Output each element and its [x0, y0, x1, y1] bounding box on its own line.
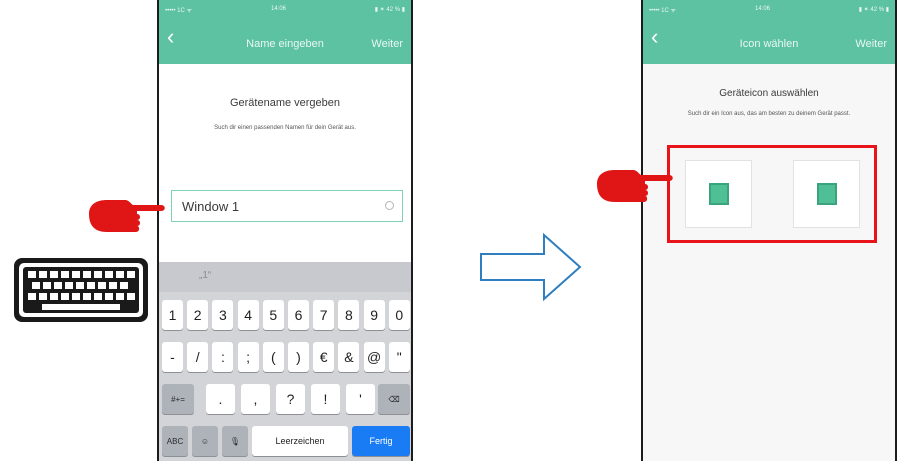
status-signal: ••••• 1C ᯤ	[649, 8, 676, 14]
arrow-right-icon	[480, 232, 582, 302]
key-0[interactable]: 0	[388, 300, 410, 330]
status-time: 14:06	[271, 6, 287, 12]
keyboard-suggestion-bar[interactable]: „1“	[159, 262, 411, 292]
content-area	[643, 64, 895, 461]
key-punct[interactable]: ?	[276, 384, 305, 414]
numeric-keyboard: „1“ 1 2 3 4 5 6 7 8 9 0 - /:;() € & @ " #+=.,?! ' ⌫ ABC ☺ 🎙 Le…	[159, 262, 411, 461]
key-5[interactable]: 5	[262, 300, 284, 330]
done-key[interactable]: Fertig	[352, 426, 410, 456]
key-9[interactable]: 9	[363, 300, 385, 330]
page-subtitle: Such dir einen passenden Namen für dein …	[214, 125, 356, 131]
key-symbol[interactable]: -	[162, 342, 183, 372]
key-punct[interactable]: '	[346, 384, 375, 414]
next-button[interactable]: Weiter	[855, 38, 887, 50]
pointing-hand-icon	[597, 170, 673, 202]
key-2[interactable]: 2	[187, 300, 209, 330]
key-punct[interactable]: !	[311, 384, 340, 414]
key-symbol[interactable]: :	[212, 342, 234, 372]
key-symbol[interactable]: €	[313, 342, 335, 372]
page-subtitle: Such dir ein Icon aus, das am besten zu …	[687, 111, 851, 117]
key-symbol[interactable]: )	[288, 342, 309, 372]
page-heading: Gerätename vergeben	[229, 97, 341, 109]
key-symbol[interactable]: "	[388, 342, 410, 372]
status-battery: ▮ ✶ 42 % ▮	[374, 7, 405, 13]
status-battery: ▮ ✶ 42 % ▮	[858, 7, 889, 13]
key-punct[interactable]: ,	[241, 384, 270, 414]
status-bar: ••••• 1C ᯤ 14:06 ▮ ✶ 42 % ▮	[643, 0, 895, 18]
phone-screen-name-entry: ••••• 1C ᯤ 14:06 ▮ ✶ 42 % ▮ ‹ Name einge…	[157, 0, 413, 461]
key-punct[interactable]: .	[206, 384, 235, 414]
symbols-toggle-key[interactable]: #+=	[162, 384, 194, 414]
space-key[interactable]: Leerzeichen	[252, 426, 348, 456]
status-bar: ••••• 1C ᯤ 14:06 ▮ ✶ 42 % ▮	[159, 0, 411, 18]
key-symbol[interactable]: /	[187, 342, 209, 372]
nav-bar: ‹ Name eingeben Weiter	[159, 18, 411, 64]
device-name-input[interactable]: Window 1	[171, 190, 403, 222]
key-symbol[interactable]: &	[338, 342, 360, 372]
keyboard-icon	[14, 258, 148, 322]
emoji-key[interactable]: ☺	[192, 426, 218, 456]
key-symbol[interactable]: ;	[237, 342, 259, 372]
nav-bar: ‹ Icon wählen Weiter	[643, 18, 895, 64]
key-symbol[interactable]: (	[262, 342, 284, 372]
key-4[interactable]: 4	[237, 300, 259, 330]
key-7[interactable]: 7	[313, 300, 335, 330]
device-name-value: Window 1	[182, 199, 240, 214]
key-symbol[interactable]: @	[363, 342, 385, 372]
key-1[interactable]: 1	[162, 300, 183, 330]
icon-options-highlight	[667, 145, 877, 243]
delete-key[interactable]: ⌫	[378, 384, 410, 414]
next-button[interactable]: Weiter	[371, 38, 403, 50]
mic-key[interactable]: 🎙	[222, 426, 248, 456]
pointing-hand-icon	[89, 200, 165, 232]
key-6[interactable]: 6	[288, 300, 309, 330]
abc-key[interactable]: ABC	[162, 426, 188, 456]
keyboard-suggestion[interactable]: „1“	[199, 270, 211, 281]
clear-input-icon[interactable]	[385, 201, 394, 210]
status-time: 14:06	[755, 6, 771, 12]
page-heading: Geräteicon auswählen	[719, 88, 819, 99]
key-3[interactable]: 3	[212, 300, 234, 330]
status-signal: ••••• 1C ᯤ	[165, 8, 192, 14]
key-8[interactable]: 8	[338, 300, 360, 330]
